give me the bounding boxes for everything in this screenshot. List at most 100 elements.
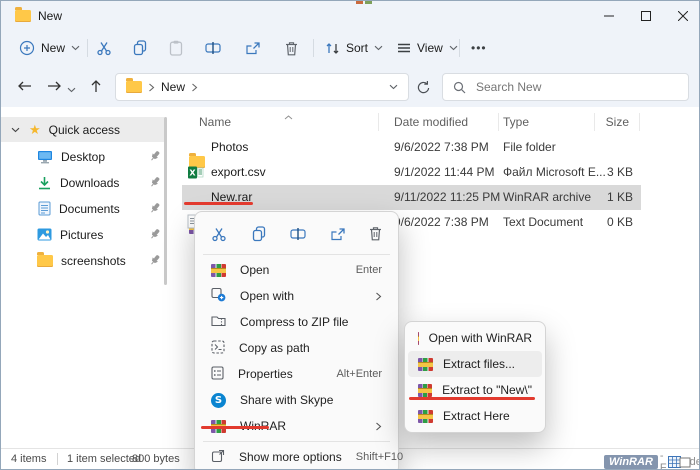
column-header-size[interactable]: Size [557, 115, 629, 129]
show-more-icon [211, 449, 225, 466]
menu-item-label: Properties [238, 367, 293, 381]
back-button[interactable] [11, 73, 37, 99]
search-input[interactable] [474, 79, 648, 95]
winrar-watermark: WinRAR -F dem [604, 450, 700, 470]
context-menu: Open Enter Open with Compress to ZIP fil… [194, 211, 399, 470]
cut-button[interactable] [211, 226, 227, 245]
minimize-button[interactable] [594, 5, 624, 27]
downloads-icon [37, 176, 52, 190]
explorer-window: New New Sort View ••• [0, 0, 700, 470]
status-item-count: 4 items [11, 453, 46, 465]
svg-text:X: X [189, 169, 196, 178]
toolbar-divider [459, 39, 460, 57]
status-selection: 1 item selected [67, 453, 141, 465]
menu-item-label: Share with Skype [240, 393, 333, 407]
menu-item-share-with-skype[interactable]: Share with Skype [199, 387, 394, 413]
submenu-chevron-icon [375, 422, 382, 431]
sidebar-item-quick-access[interactable]: ★ Quick access [1, 117, 164, 142]
column-divider[interactable] [639, 113, 640, 131]
submenu-item-open-with-winrar[interactable]: Open with WinRAR [408, 325, 542, 351]
pin-icon [149, 254, 161, 269]
delete-button[interactable] [278, 35, 304, 61]
more-options-button[interactable]: ••• [465, 35, 493, 61]
sidebar-scrollbar[interactable] [164, 117, 167, 285]
sort-icon [325, 42, 340, 55]
menu-item-compress-to-zip[interactable]: Compress to ZIP file [199, 309, 394, 335]
share-button[interactable] [240, 35, 266, 61]
trash-icon [285, 41, 298, 56]
menu-separator [203, 254, 390, 255]
close-button[interactable] [668, 5, 698, 27]
forward-arrow-icon [47, 80, 62, 92]
chevron-down-icon [449, 45, 458, 51]
sort-button[interactable]: Sort [319, 35, 389, 61]
ellipsis-icon: ••• [471, 41, 487, 55]
skype-icon [211, 393, 226, 408]
file-name: Photos [211, 135, 248, 160]
maximize-button[interactable] [631, 5, 661, 27]
file-date: 9/11/2022 11:25 PM [394, 185, 500, 210]
chevron-down-icon [67, 87, 76, 93]
forward-button[interactable] [41, 73, 67, 99]
column-divider[interactable] [594, 113, 595, 131]
cut-button[interactable] [91, 35, 117, 61]
file-name: export.csv [211, 160, 266, 185]
rename-button[interactable] [290, 227, 306, 244]
sidebar-item-label: Documents [59, 202, 120, 216]
documents-icon [38, 201, 51, 216]
submenu-item-extract-files[interactable]: Extract files... [408, 351, 542, 377]
address-bar[interactable]: New [115, 73, 409, 101]
breadcrumb-folder[interactable]: New [161, 80, 185, 94]
menu-item-open-with[interactable]: Open with [199, 283, 394, 309]
paste-button[interactable] [163, 35, 189, 61]
column-header-date-modified[interactable]: Date modified [394, 115, 468, 129]
winrar-submenu: Open with WinRAR Extract files... Extrac… [404, 321, 546, 433]
copy-button[interactable] [251, 226, 267, 245]
column-divider[interactable] [498, 113, 499, 131]
sidebar-item-documents[interactable]: Documents [1, 196, 164, 221]
sidebar-item-label: Downloads [60, 176, 119, 190]
paste-icon [169, 40, 183, 56]
plus-circle-icon [19, 40, 35, 56]
search-box[interactable] [442, 73, 689, 101]
rename-button[interactable] [200, 35, 226, 61]
quick-access-label: Quick access [49, 123, 120, 137]
search-icon [453, 81, 466, 94]
menu-item-label: Copy as path [239, 341, 310, 355]
toolbar-divider [87, 39, 88, 57]
menu-shortcut: Enter [356, 264, 382, 276]
close-icon [678, 11, 688, 21]
annotation-underline-winrar [201, 426, 269, 429]
view-button[interactable]: View [391, 35, 464, 61]
column-header-name[interactable]: Name [199, 115, 231, 129]
recent-locations-button[interactable] [67, 82, 76, 96]
winrar-icon [211, 264, 226, 277]
back-arrow-icon [17, 80, 32, 92]
column-header-type[interactable]: Type [503, 115, 529, 129]
sidebar-item-label: Desktop [61, 150, 105, 164]
menu-item-copy-as-path[interactable]: Copy as path [199, 335, 394, 361]
menu-item-show-more-options[interactable]: Show more options Shift+F10 [199, 444, 394, 470]
column-divider[interactable] [378, 113, 379, 131]
share-button[interactable] [330, 227, 346, 244]
sidebar-item-desktop[interactable]: Desktop [1, 144, 164, 169]
submenu-item-extract-here[interactable]: Extract Here [408, 403, 542, 429]
refresh-icon [416, 80, 431, 95]
sidebar-item-downloads[interactable]: Downloads [1, 170, 164, 195]
sidebar-item-screenshots[interactable]: screenshots [1, 248, 164, 273]
up-button[interactable] [83, 73, 109, 99]
pin-icon [149, 176, 161, 191]
refresh-button[interactable] [416, 80, 431, 98]
new-button[interactable]: New [13, 35, 86, 61]
address-dropdown-button[interactable] [389, 84, 398, 90]
sidebar-item-pictures[interactable]: Pictures [1, 222, 164, 247]
menu-item-open[interactable]: Open Enter [199, 257, 394, 283]
file-type: File folder [503, 135, 556, 160]
menu-item-properties[interactable]: Properties Alt+Enter [199, 361, 394, 387]
copy-button[interactable] [127, 35, 153, 61]
delete-button[interactable] [369, 226, 382, 244]
sort-ascending-icon [284, 109, 293, 123]
watermark-badge: WinRAR [604, 455, 658, 469]
minimize-icon [604, 11, 614, 21]
file-date: 9/6/2022 7:38 PM [394, 135, 489, 160]
